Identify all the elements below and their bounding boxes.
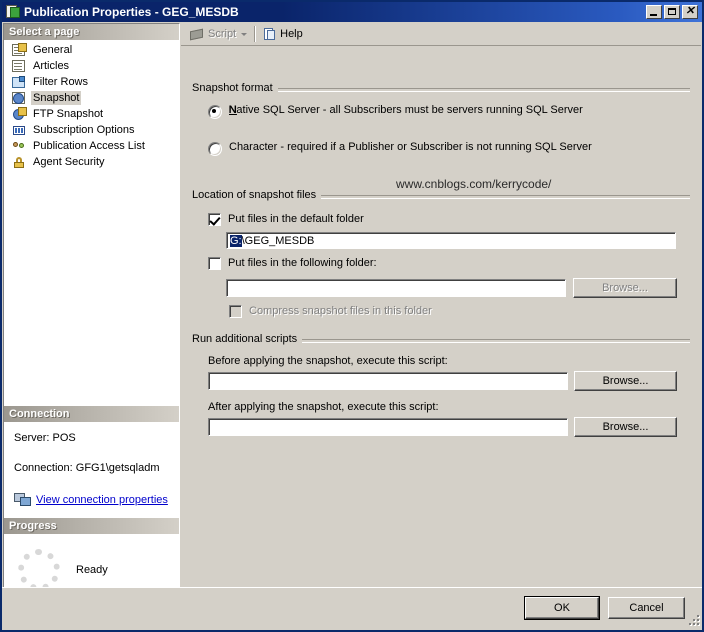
after-script-input[interactable] — [208, 418, 568, 436]
connection-body: Server: POS Connection: GFG1\getsqladm V… — [4, 422, 179, 518]
checkbox-icon[interactable] — [208, 257, 221, 270]
minimize-button[interactable] — [646, 5, 662, 19]
default-folder-path-selection: G: — [230, 235, 242, 247]
before-script-browse-button[interactable]: Browse... — [574, 371, 677, 391]
agent-security-page-icon — [11, 155, 27, 170]
checkbox-put-files-following-folder[interactable]: Put files in the following folder: — [208, 257, 377, 270]
sidebar-item-label: Snapshot — [31, 91, 82, 105]
toolbar-separator — [254, 26, 257, 42]
sidebar-item-label: General — [33, 44, 73, 56]
sidebar-item-publication-access-list[interactable]: Publication Access List — [4, 138, 179, 154]
watermark-text: www.cnblogs.com/kerrycode/ — [396, 177, 552, 191]
connection-value: Connection: GFG1\getsqladm — [14, 462, 160, 474]
cancel-label: Cancel — [629, 602, 664, 614]
sidebar-item-label: FTP Snapshot — [33, 108, 104, 120]
radio-character[interactable]: Character - required if a Publisher or S… — [208, 141, 592, 156]
snapshot-page-content: www.cnblogs.com/kerrycode/ Snapshot form… — [181, 46, 701, 607]
help-label: Help — [280, 28, 303, 40]
connection-properties-icon — [14, 492, 32, 508]
following-folder-browse-button[interactable]: Browse... — [573, 278, 677, 298]
subscription-options-page-icon — [11, 123, 27, 138]
server-value: Server: POS — [14, 432, 76, 444]
sidebar-item-general[interactable]: General — [4, 42, 179, 58]
view-connection-properties-row[interactable]: View connection properties — [14, 492, 179, 508]
publication-properties-dialog: Publication Properties - GEG_MESDB ✕ Sel… — [0, 0, 704, 632]
progress-header: Progress — [4, 518, 179, 534]
help-icon — [263, 27, 277, 42]
articles-page-icon — [11, 59, 27, 74]
window-controls: ✕ — [646, 5, 698, 19]
following-folder-path-input[interactable] — [226, 279, 566, 297]
radio-native-sql-server[interactable]: NNative SQL Server - all Subscribers mus… — [208, 104, 583, 119]
title-bar[interactable]: Publication Properties - GEG_MESDB ✕ — [2, 2, 702, 22]
default-folder-path-input[interactable]: G:\GEG_MESDB — [226, 232, 676, 249]
sidebar-item-label: Articles — [33, 60, 70, 72]
window-title: Publication Properties - GEG_MESDB — [24, 5, 239, 19]
dialog-footer: OK Cancel — [2, 587, 702, 630]
checkbox-label: Compress snapshot files in this folder — [249, 305, 432, 317]
browse-label: Browse... — [602, 282, 648, 294]
dialog-body: Select a page General Articles Filter Ro… — [2, 22, 702, 630]
native-sql-server-label-text: Native SQL Server - all Subscribers must… — [228, 104, 583, 116]
before-script-label: Before applying the snapshot, execute th… — [208, 355, 448, 367]
snapshot-format-group: Snapshot format — [192, 83, 690, 171]
script-button[interactable]: Script — [185, 24, 251, 44]
radio-label: Character - required if a Publisher or S… — [229, 141, 592, 153]
maximize-button[interactable] — [664, 5, 680, 19]
filter-rows-page-icon — [11, 75, 27, 90]
sidebar-item-label: Agent Security — [33, 156, 105, 168]
before-script-input[interactable] — [208, 372, 568, 390]
ok-button[interactable]: OK — [524, 596, 600, 620]
snapshot-page-icon — [11, 91, 27, 106]
publication-access-list-page-icon — [11, 139, 27, 154]
default-folder-path-rest: \GEG_MESDB — [241, 235, 315, 247]
ok-label: OK — [554, 602, 570, 614]
sidebar-item-subscription-options[interactable]: Subscription Options — [4, 122, 179, 138]
ftp-snapshot-page-icon — [11, 106, 27, 122]
general-page-icon — [11, 42, 27, 58]
page-list: General Articles Filter Rows Snapshot FT… — [4, 40, 179, 170]
publication-properties-icon — [5, 4, 21, 20]
help-button[interactable]: Help — [259, 24, 307, 44]
toolbar: Script Help — [181, 23, 701, 46]
cancel-button[interactable]: Cancel — [608, 597, 685, 619]
connection-header: Connection — [4, 406, 179, 422]
radio-label: NNative SQL Server - all Subscribers mus… — [228, 104, 583, 116]
script-icon — [189, 27, 205, 42]
after-script-browse-button[interactable]: Browse... — [574, 417, 677, 437]
main-panel: Script Help www.cnblogs.com/kerrycode/ S… — [181, 23, 701, 607]
sidebar-item-label: Filter Rows — [33, 76, 89, 88]
close-button[interactable]: ✕ — [682, 5, 698, 19]
checkbox-label: Put files in the following folder: — [228, 257, 377, 269]
snapshot-format-legend: Snapshot format — [192, 83, 278, 94]
script-label: Script — [208, 28, 237, 40]
progress-spinner-icon — [18, 549, 60, 591]
connection-and-progress: Connection Server: POS Connection: GFG1\… — [4, 406, 179, 606]
browse-label: Browse... — [602, 375, 649, 387]
sidebar-item-articles[interactable]: Articles — [4, 58, 179, 74]
sidebar-item-ftp-snapshot[interactable]: FTP Snapshot — [4, 106, 179, 122]
sidebar-item-filter-rows[interactable]: Filter Rows — [4, 74, 179, 90]
chevron-down-icon[interactable] — [241, 32, 248, 36]
checkbox-label: Put files in the default folder — [228, 213, 364, 225]
radio-button-icon[interactable] — [208, 142, 222, 156]
location-legend: Location of snapshot files — [192, 190, 322, 201]
checkbox-put-files-default-folder[interactable]: Put files in the default folder — [208, 213, 364, 226]
select-a-page-header: Select a page — [4, 24, 179, 40]
sidebar: Select a page General Articles Filter Ro… — [3, 23, 180, 607]
sidebar-item-label: Publication Access List — [33, 140, 145, 152]
sidebar-item-label: Subscription Options — [33, 124, 135, 136]
checkbox-icon[interactable] — [208, 213, 221, 226]
view-connection-properties-link[interactable]: View connection properties — [36, 494, 168, 506]
sidebar-item-agent-security[interactable]: Agent Security — [4, 154, 179, 170]
sidebar-item-snapshot[interactable]: Snapshot — [4, 90, 179, 106]
run-scripts-legend: Run additional scripts — [192, 334, 303, 345]
after-script-label: After applying the snapshot, execute thi… — [208, 401, 439, 413]
radio-button-icon[interactable] — [208, 105, 222, 119]
resize-grip[interactable] — [687, 615, 701, 629]
progress-status: Ready — [76, 564, 108, 576]
browse-label: Browse... — [602, 421, 649, 433]
checkbox-compress-snapshot-files[interactable]: Compress snapshot files in this folder — [229, 305, 432, 318]
checkbox-icon[interactable] — [229, 305, 242, 318]
